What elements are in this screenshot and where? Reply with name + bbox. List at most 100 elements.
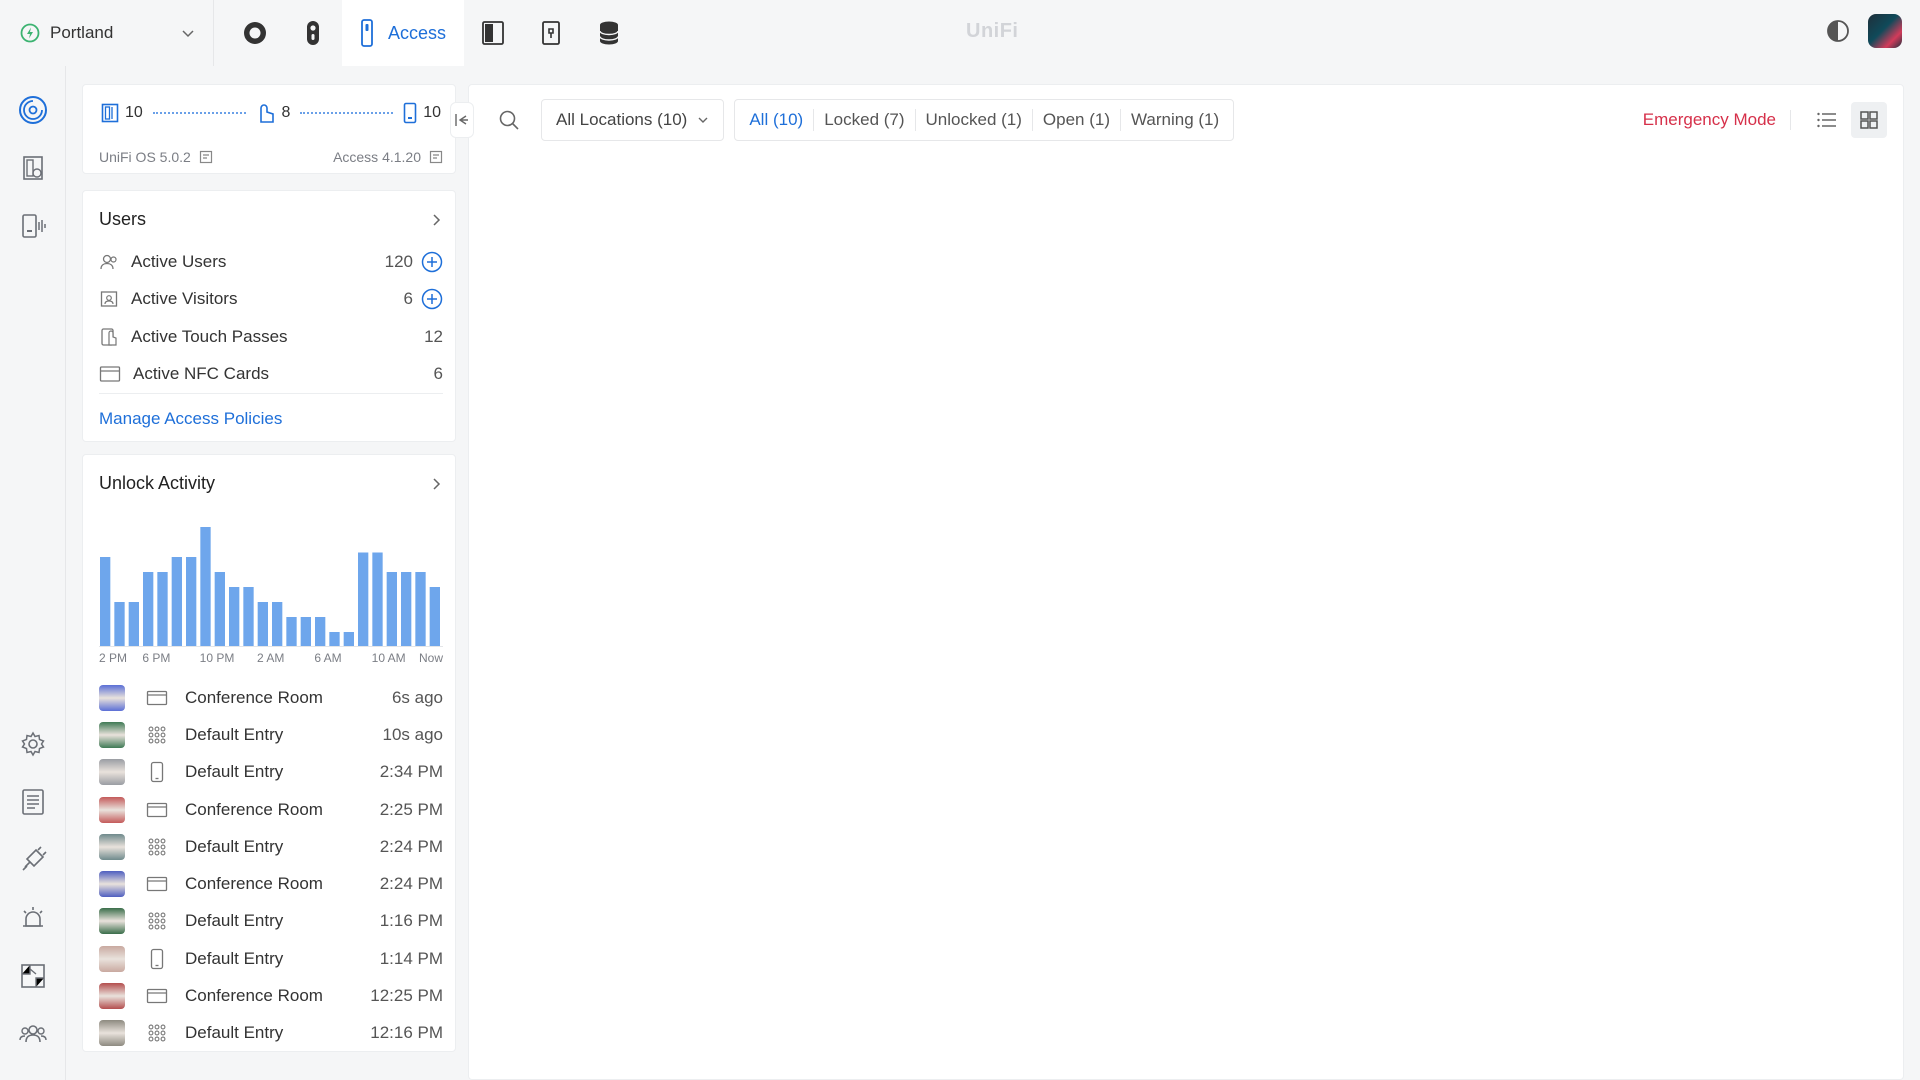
card-icon	[143, 690, 171, 706]
connector-line	[300, 112, 394, 114]
emergency-mode-button[interactable]: Emergency Mode	[1643, 110, 1791, 130]
user-avatar	[99, 1020, 125, 1047]
filter-tab[interactable]: Locked (7)	[813, 109, 914, 131]
collapse-panel-button[interactable]	[450, 102, 474, 138]
user-avatar	[99, 684, 125, 711]
theme-toggle-icon[interactable]	[1826, 19, 1850, 43]
activity-item[interactable]: Default Entry 12:16 PM	[99, 1015, 443, 1052]
doors-main-panel: All Locations (10) All (10) Locked (7) Unl…	[468, 84, 1904, 1080]
filter-tab[interactable]: Open (1)	[1031, 109, 1120, 131]
app-tab-display[interactable]	[464, 0, 522, 66]
unlock-activity-chart	[99, 527, 443, 647]
list-view-icon	[1816, 110, 1838, 130]
nav-floorplan[interactable]	[17, 960, 49, 992]
door-count-icon	[101, 103, 119, 123]
list-view-button[interactable]	[1809, 102, 1845, 138]
nav-dashboard[interactable]	[17, 94, 49, 126]
nav-alarms[interactable]	[17, 902, 49, 934]
activity-item[interactable]: Conference Room 12:25 PM	[99, 977, 443, 1014]
activity-time: 1:16 PM	[379, 911, 443, 931]
app-tab-drive[interactable]	[580, 0, 638, 66]
chart-bar	[114, 602, 125, 647]
activity-item[interactable]: Default Entry 2:24 PM	[99, 828, 443, 865]
activity-header[interactable]: Unlock Activity	[99, 473, 443, 494]
chart-bar	[358, 552, 369, 647]
activity-door: Default Entry	[185, 1023, 284, 1043]
activity-time: 10s ago	[382, 724, 444, 744]
app-tab-talk[interactable]	[284, 0, 342, 66]
user-avatar	[99, 759, 125, 786]
user-avatar	[99, 908, 125, 935]
list-document-icon	[20, 788, 46, 816]
chart-bar	[243, 587, 254, 647]
add-user-icon[interactable]	[421, 251, 443, 273]
activity-door: Default Entry	[185, 762, 284, 782]
users-item-label: Active Users	[131, 251, 227, 271]
chart-bar	[229, 587, 240, 647]
chart-tick-label: 6 PM	[142, 651, 171, 665]
chart-tick-label: 2 AM	[257, 651, 285, 665]
search-button[interactable]	[489, 100, 529, 140]
release-notes-icon[interactable]	[199, 150, 213, 164]
activity-item[interactable]: Default Entry 1:14 PM	[99, 940, 443, 977]
chevron-down-icon	[697, 114, 709, 126]
nav-logs[interactable]	[17, 786, 49, 818]
location-dropdown-label: All Locations (10)	[556, 110, 688, 129]
users-header[interactable]: Users	[99, 209, 443, 230]
user-avatar[interactable]	[1868, 14, 1902, 48]
users-item-count: 6	[433, 364, 443, 384]
nav-devices[interactable]	[17, 210, 49, 242]
nav-doors[interactable]	[17, 152, 49, 184]
chevron-right-icon	[429, 213, 443, 227]
filter-tab[interactable]: Unlocked (1)	[914, 109, 1032, 131]
card-icon	[143, 802, 171, 818]
users-item-count: 6	[403, 289, 413, 309]
users-item-active-users[interactable]: Active Users 120	[99, 243, 443, 281]
chart-bar	[329, 632, 340, 647]
manage-access-policies-link[interactable]: Manage Access Policies	[99, 409, 282, 429]
chart-bar	[415, 572, 426, 647]
nav-integrations[interactable]	[17, 844, 49, 876]
nfc-card-icon	[99, 365, 121, 383]
grid-view-icon	[1859, 110, 1879, 130]
chart-bar	[214, 572, 225, 647]
left-navigation	[0, 66, 66, 1080]
touch-pass-icon	[99, 327, 119, 347]
version-info: UniFi OS 5.0.2 Access 4.1.20	[99, 149, 443, 165]
activity-item[interactable]: Default Entry 10s ago	[99, 716, 443, 753]
users-item-active-visitors[interactable]: Active Visitors 6	[99, 281, 443, 319]
activity-item[interactable]: Default Entry 1:16 PM	[99, 903, 443, 940]
nav-settings[interactable]	[17, 728, 49, 760]
chart-bar	[100, 557, 111, 647]
activity-door: Conference Room	[185, 874, 323, 894]
activity-item[interactable]: Conference Room 6s ago	[99, 679, 443, 716]
activity-door: Default Entry	[185, 911, 284, 931]
grid-view-button[interactable]	[1851, 102, 1887, 138]
app-tab-connect[interactable]	[522, 0, 580, 66]
activity-item[interactable]: Conference Room 2:25 PM	[99, 791, 443, 828]
chart-bar	[372, 552, 383, 647]
users-item-nfc-cards[interactable]: Active NFC Cards 6	[99, 356, 443, 394]
keypad-icon	[143, 1023, 171, 1043]
release-notes-icon[interactable]	[429, 150, 443, 164]
activity-door: Default Entry	[185, 724, 284, 744]
reader-device-icon	[19, 212, 47, 240]
location-dropdown[interactable]: All Locations (10)	[541, 99, 725, 141]
activity-door: Conference Room	[185, 799, 323, 819]
activity-item[interactable]: Default Entry 2:34 PM	[99, 754, 443, 791]
filter-tab[interactable]: All (10)	[739, 109, 813, 131]
chart-bar	[401, 572, 412, 647]
add-visitor-icon[interactable]	[421, 288, 443, 310]
users-item-touch-passes[interactable]: Active Touch Passes 12	[99, 318, 443, 356]
nav-users[interactable]	[17, 1018, 49, 1050]
chart-bar	[257, 602, 268, 647]
users-item-label: Active Visitors	[131, 289, 238, 309]
app-tab-access-label: Access	[388, 22, 447, 43]
app-tab-protect[interactable]	[226, 0, 284, 66]
filter-tab[interactable]: Warning (1)	[1120, 109, 1229, 131]
site-selector[interactable]: Portland	[0, 0, 214, 66]
keypad-icon	[143, 837, 171, 857]
chart-bar	[272, 602, 283, 647]
activity-item[interactable]: Conference Room 2:24 PM	[99, 865, 443, 902]
app-tab-access[interactable]: Access	[342, 0, 465, 66]
